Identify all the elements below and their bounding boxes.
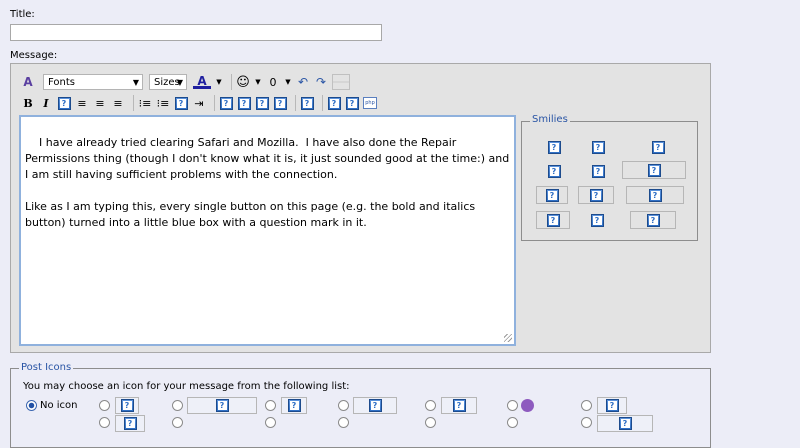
italic-button[interactable]: I	[39, 96, 53, 110]
post-icons-box: Post Icons You may choose an icon for yo…	[10, 362, 711, 448]
code-broken-icon[interactable]: ?	[300, 96, 314, 110]
toolbar-divider	[133, 95, 134, 111]
align-left-icon[interactable]: ≡	[75, 96, 89, 110]
attachment-icon[interactable]: 0	[266, 75, 280, 89]
toolbar-divider	[295, 95, 296, 111]
smilies-box: Smilies ? ? ? ? ? ? ? ? ? ? ? ?	[521, 114, 698, 241]
editor-panel: A Fonts ▼ Sizes ▼ A ▼ ☺ ▼ 0 ▼ ↶ ↷ B I ? ≡ …	[10, 63, 711, 353]
smilie-broken-icon[interactable]: ?	[536, 186, 568, 204]
post-icons-description: You may choose an icon for your message …	[23, 381, 350, 392]
smilie-broken-icon[interactable]: ?	[622, 161, 686, 179]
icon-radio[interactable]	[507, 400, 518, 411]
font-select-value: Fonts	[48, 76, 75, 88]
ordered-list-icon[interactable]: ⁝≡	[138, 96, 152, 110]
post-icon-broken-icon[interactable]: ?	[281, 397, 307, 414]
unordered-list-icon[interactable]: ⁝≡	[156, 96, 170, 110]
undo-icon[interactable]: ↶	[296, 75, 310, 89]
icon-radio[interactable]	[425, 417, 436, 428]
message-textarea[interactable]: I have already tried clearing Safari and…	[19, 115, 516, 346]
title-input[interactable]	[10, 24, 382, 41]
bold-button[interactable]: B	[21, 96, 35, 110]
resize-grip-icon[interactable]	[504, 334, 512, 342]
message-text: I have already tried clearing Safari and…	[25, 136, 510, 229]
toolbar-row-2: B I ? ≡ ≡ ≡ ⁝≡ ⁝≡ ? ⇥ ? ? ? ? ? ? ? php	[21, 93, 381, 113]
post-icons-legend: Post Icons	[19, 362, 74, 373]
html-broken-icon[interactable]: ?	[327, 96, 341, 110]
redo-icon[interactable]: ↷	[314, 75, 328, 89]
post-icon-broken-icon[interactable]: ?	[187, 397, 257, 414]
toolbar-divider	[231, 74, 232, 90]
smilie-broken-icon[interactable]: ?	[542, 162, 566, 180]
chevron-down-icon[interactable]: ▼	[254, 75, 262, 89]
no-icon-radio[interactable]	[26, 400, 37, 411]
post-icon-broken-icon[interactable]: ?	[597, 415, 653, 432]
smilie-broken-icon[interactable]: ?	[586, 138, 610, 156]
smilie-broken-icon[interactable]: ?	[542, 138, 566, 156]
smilie-broken-icon[interactable]: ?	[582, 211, 612, 229]
smilie-broken-icon[interactable]: ?	[626, 186, 684, 204]
chevron-down-icon: ▼	[132, 77, 139, 87]
email-broken-icon[interactable]: ?	[237, 96, 251, 110]
chevron-down-icon[interactable]: ▼	[284, 75, 292, 89]
icon-radio[interactable]	[99, 417, 110, 428]
smilie-broken-icon[interactable]: ?	[578, 186, 614, 204]
text-color-button[interactable]: A	[193, 74, 211, 89]
smilie-broken-icon[interactable]: ?	[586, 162, 610, 180]
toolbar-row-1: A Fonts ▼ Sizes ▼ A ▼ ☺ ▼ 0 ▼ ↶ ↷	[21, 72, 350, 92]
icon-radio[interactable]	[425, 400, 436, 411]
font-select[interactable]: Fonts ▼	[43, 74, 143, 90]
message-label: Message:	[10, 50, 58, 61]
icon-radio[interactable]	[581, 417, 592, 428]
size-select[interactable]: Sizes ▼	[149, 74, 187, 90]
icon-radio[interactable]	[581, 400, 592, 411]
title-label: Title:	[10, 9, 35, 20]
icon-radio[interactable]	[338, 417, 349, 428]
post-icon-broken-icon[interactable]: ?	[597, 397, 627, 414]
no-icon-label: No icon	[40, 400, 78, 411]
wrap-broken-icon[interactable]: ?	[345, 96, 359, 110]
outdent-broken-icon[interactable]: ?	[174, 96, 188, 110]
align-right-icon[interactable]: ≡	[111, 96, 125, 110]
remove-format-icon[interactable]: A	[21, 75, 35, 89]
image-broken-icon[interactable]: ?	[255, 96, 269, 110]
smilie-broken-icon[interactable]: ?	[536, 211, 570, 229]
smilies-legend: Smilies	[530, 114, 570, 125]
chevron-down-icon: ▼	[176, 77, 183, 87]
frown-face-icon[interactable]	[521, 399, 534, 412]
chevron-down-icon[interactable]: ▼	[215, 75, 223, 89]
smilie-broken-icon[interactable]: ?	[646, 138, 670, 156]
underline-broken-icon[interactable]: ?	[57, 96, 71, 110]
icon-radio[interactable]	[265, 400, 276, 411]
smiley-icon[interactable]: ☺	[236, 75, 250, 90]
post-icon-broken-icon[interactable]: ?	[441, 397, 477, 414]
link-broken-icon[interactable]: ?	[219, 96, 233, 110]
toolbar-divider	[214, 95, 215, 111]
smilie-broken-icon[interactable]: ?	[630, 211, 676, 229]
indent-icon[interactable]: ⇥	[192, 96, 206, 110]
mode-switch-icon[interactable]	[332, 74, 350, 90]
post-icon-broken-icon[interactable]: ?	[353, 397, 397, 414]
icon-radio[interactable]	[507, 417, 518, 428]
icon-radio[interactable]	[99, 400, 110, 411]
post-icon-broken-icon[interactable]: ?	[115, 415, 145, 432]
align-center-icon[interactable]: ≡	[93, 96, 107, 110]
php-icon[interactable]: php	[363, 97, 377, 109]
toolbar-divider	[322, 95, 323, 111]
icon-radio[interactable]	[172, 417, 183, 428]
icon-radio[interactable]	[172, 400, 183, 411]
quote-broken-icon[interactable]: ?	[273, 96, 287, 110]
post-icon-broken-icon[interactable]: ?	[115, 397, 139, 414]
icon-radio[interactable]	[265, 417, 276, 428]
icon-radio[interactable]	[338, 400, 349, 411]
